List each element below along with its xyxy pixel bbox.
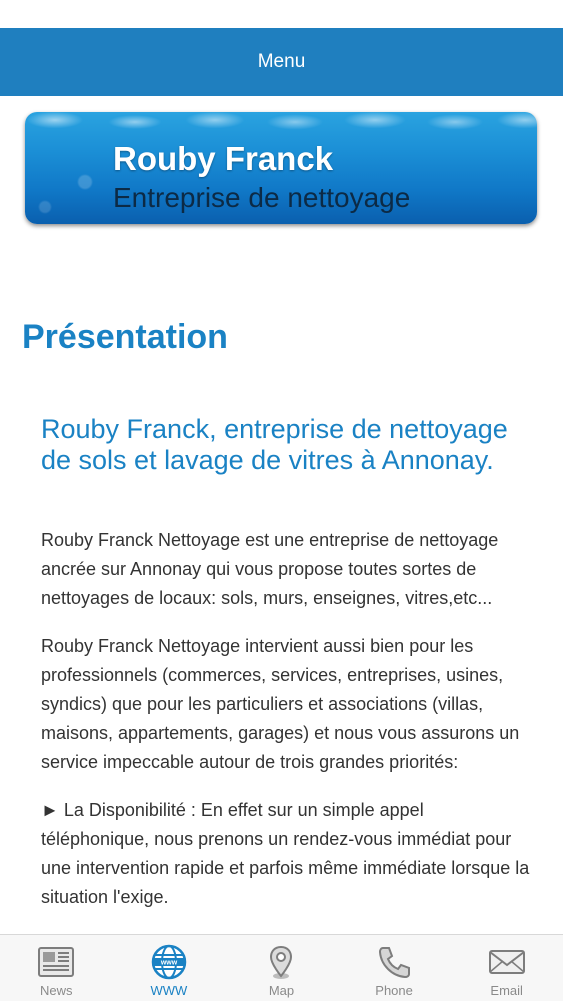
page-title: Présentation: [22, 318, 228, 356]
tab-news[interactable]: News: [0, 935, 113, 1001]
paragraph-services: Rouby Franck Nettoyage intervient aussi …: [41, 636, 520, 772]
tab-www[interactable]: www WWW: [113, 935, 226, 1001]
tab-phone[interactable]: Phone: [338, 935, 451, 1001]
paragraph-availability: ► La Disponibilité : En effet sur un sim…: [41, 800, 530, 907]
tab-label-www: WWW: [150, 983, 188, 998]
tab-label-news: News: [40, 983, 73, 998]
top-bar: Menu: [0, 28, 563, 96]
tab-email[interactable]: Email: [450, 935, 563, 1001]
newspaper-icon: [38, 947, 75, 977]
tab-label-phone: Phone: [375, 983, 413, 998]
phone-icon: [379, 947, 411, 979]
bottom-tab-bar: News www WWW Map Phone Email: [0, 934, 563, 1001]
envelope-icon: [488, 950, 525, 974]
article-body: Rouby Franck Nettoyage est une entrepris…: [41, 526, 531, 931]
tab-label-email: Email: [490, 983, 523, 998]
status-bar: [0, 0, 563, 28]
map-pin-icon: [270, 945, 293, 979]
header-banner: Rouby Franck Entreprise de nettoyage: [25, 112, 537, 224]
tab-map[interactable]: Map: [225, 935, 338, 1001]
paragraph-intro: Rouby Franck Nettoyage est une entrepris…: [41, 530, 499, 608]
section-heading: Rouby Franck, entreprise de nettoyage de…: [41, 414, 508, 475]
tab-label-map: Map: [268, 983, 295, 998]
banner-subtitle: Entreprise de nettoyage: [113, 182, 411, 213]
menu-button[interactable]: Menu: [258, 51, 306, 73]
banner-title: Rouby Franck: [113, 140, 334, 177]
content-area[interactable]: Rouby Franck Entreprise de nettoyage Pré…: [0, 96, 563, 934]
globe-icon: www: [151, 944, 187, 980]
svg-text:www: www: [160, 960, 178, 967]
